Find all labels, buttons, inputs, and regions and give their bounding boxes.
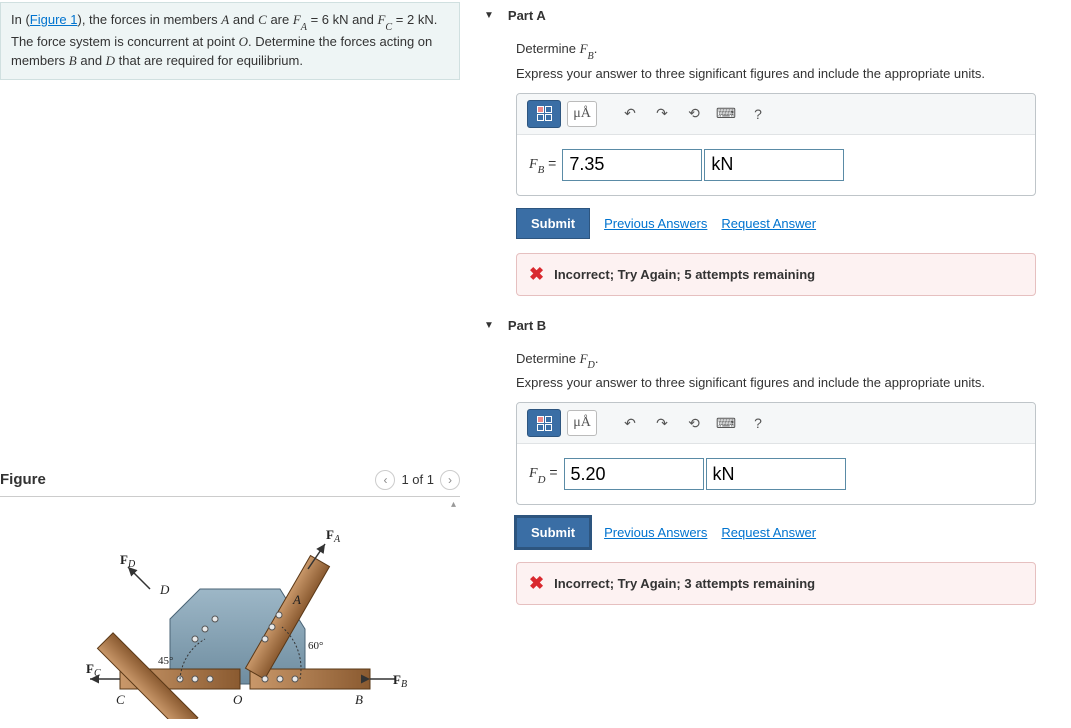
- figure-diagram: FA FD FC FB A B C D O 45° 60°: [50, 509, 410, 719]
- part-a-instruction: Express your answer to three significant…: [516, 66, 1061, 81]
- part-b-feedback-text: Incorrect; Try Again; 3 attempts remaini…: [554, 576, 815, 591]
- var-FA: F: [293, 12, 301, 27]
- sub: C: [385, 22, 392, 33]
- text: In (: [11, 12, 30, 27]
- text: ), the forces in members: [78, 12, 222, 27]
- var-C: C: [258, 12, 267, 27]
- help-icon[interactable]: ?: [745, 410, 771, 436]
- var-O: O: [239, 34, 248, 49]
- part-b-unit-input[interactable]: [706, 458, 846, 490]
- templates-tool[interactable]: [527, 100, 561, 128]
- help-icon[interactable]: ?: [745, 101, 771, 127]
- templates-tool[interactable]: [527, 409, 561, 437]
- part-b-feedback: ✖ Incorrect; Try Again; 3 attempts remai…: [516, 562, 1036, 605]
- part-a-feedback: ✖ Incorrect; Try Again; 5 attempts remai…: [516, 253, 1036, 296]
- figure-counter: 1 of 1: [401, 472, 434, 487]
- svg-text:D: D: [159, 582, 170, 597]
- error-icon: ✖: [529, 573, 544, 594]
- keyboard-icon[interactable]: ⌨: [713, 101, 739, 127]
- redo-icon[interactable]: ↷: [649, 101, 675, 127]
- part-b-header[interactable]: ▼ Part B: [480, 310, 1061, 341]
- svg-text:C: C: [116, 692, 125, 707]
- part-b-submit-button[interactable]: Submit: [516, 517, 590, 548]
- units-tool[interactable]: μÅ: [567, 101, 597, 127]
- var-D: D: [106, 53, 115, 68]
- keyboard-icon[interactable]: ⌨: [713, 410, 739, 436]
- part-b-value-input[interactable]: [564, 458, 704, 490]
- problem-statement: In (Figure 1), the forces in members A a…: [0, 2, 460, 80]
- svg-text:A: A: [292, 592, 301, 607]
- part-a-var-label: FB =: [529, 155, 556, 175]
- reset-icon[interactable]: ⟲: [681, 410, 707, 436]
- svg-text:FC: FC: [86, 661, 101, 679]
- svg-text:FA: FA: [326, 527, 341, 545]
- sub: A: [301, 22, 307, 33]
- svg-text:O: O: [233, 692, 243, 707]
- caret-down-icon: ▼: [484, 10, 494, 21]
- svg-text:FD: FD: [120, 552, 136, 570]
- text: and: [77, 53, 106, 68]
- text: are: [267, 12, 293, 27]
- part-b-instruction: Express your answer to three significant…: [516, 375, 1061, 390]
- caret-down-icon: ▼: [484, 320, 494, 331]
- undo-icon[interactable]: ↶: [617, 101, 643, 127]
- figure-prev-button[interactable]: ‹: [375, 470, 395, 490]
- part-b-determine: Determine FD.: [516, 351, 1061, 370]
- units-tool[interactable]: μÅ: [567, 410, 597, 436]
- part-a-feedback-text: Incorrect; Try Again; 5 attempts remaini…: [554, 267, 815, 282]
- part-a-submit-button[interactable]: Submit: [516, 208, 590, 239]
- part-a-previous-answers[interactable]: Previous Answers: [604, 216, 707, 231]
- figure-canvas: ▴: [0, 496, 460, 721]
- part-a-request-answer[interactable]: Request Answer: [721, 216, 816, 231]
- part-a-header[interactable]: ▼ Part A: [480, 0, 1061, 31]
- part-a-value-input[interactable]: [562, 149, 702, 181]
- part-a-unit-input[interactable]: [704, 149, 844, 181]
- part-b-previous-answers[interactable]: Previous Answers: [604, 525, 707, 540]
- svg-text:B: B: [355, 692, 363, 707]
- figure-link[interactable]: Figure 1: [30, 12, 78, 27]
- part-b-input-panel: μÅ ↶ ↷ ⟲ ⌨ ? FD =: [516, 402, 1036, 505]
- undo-icon[interactable]: ↶: [617, 410, 643, 436]
- text: that are required for equilibrium.: [115, 53, 303, 68]
- error-icon: ✖: [529, 264, 544, 285]
- figure-next-button[interactable]: ›: [440, 470, 460, 490]
- redo-icon[interactable]: ↷: [649, 410, 675, 436]
- reset-icon[interactable]: ⟲: [681, 101, 707, 127]
- part-b-request-answer[interactable]: Request Answer: [721, 525, 816, 540]
- part-b-title: Part B: [508, 318, 546, 333]
- part-a-input-panel: μÅ ↶ ↷ ⟲ ⌨ ? FB =: [516, 93, 1036, 196]
- part-b-var-label: FD =: [529, 464, 558, 484]
- part-a-title: Part A: [508, 8, 546, 23]
- text: and: [229, 12, 258, 27]
- svg-text:FB: FB: [393, 672, 407, 690]
- svg-text:45°: 45°: [158, 655, 173, 667]
- part-a-determine: Determine FB.: [516, 41, 1061, 60]
- text: = 6 kN and: [307, 12, 377, 27]
- figure-title: Figure: [0, 471, 46, 488]
- scroll-up-icon[interactable]: ▴: [451, 499, 456, 510]
- svg-text:60°: 60°: [308, 640, 323, 652]
- var-B: B: [69, 53, 77, 68]
